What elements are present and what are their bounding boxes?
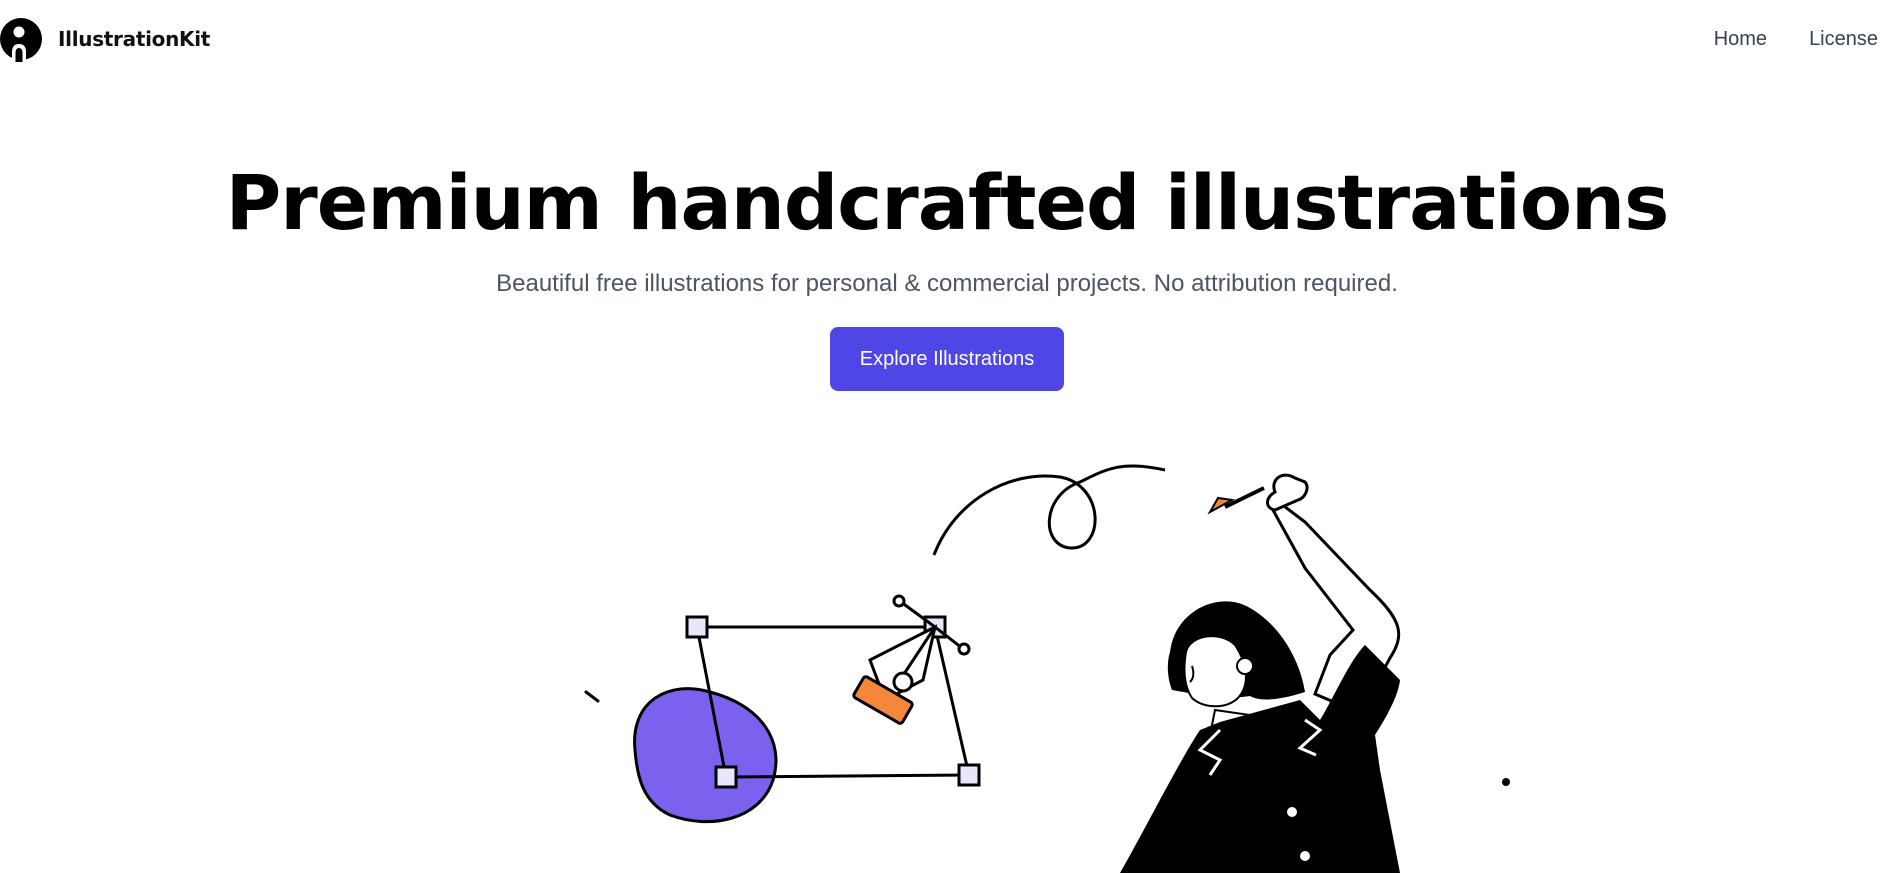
brand-logo-icon [0, 18, 42, 62]
nav-home-link[interactable]: Home [1714, 28, 1767, 51]
handle-point [957, 642, 971, 656]
woman-figure [1120, 473, 1401, 873]
dash-mark [584, 690, 600, 703]
brand-link[interactable]: IllustrationKit [0, 16, 210, 62]
hero-subtitle: Beautiful free illustrations for persona… [496, 270, 1398, 297]
anchor-point [685, 615, 709, 639]
nav-license-link[interactable]: License [1809, 28, 1878, 51]
anchor-point [957, 763, 981, 787]
pen-tool-icon [852, 624, 938, 725]
main-nav: Home License [1672, 28, 1878, 51]
handle-point [892, 594, 906, 608]
loop-curve [932, 464, 1166, 556]
site-header: IllustrationKit Home License [0, 0, 1894, 80]
hero-illustration [584, 464, 1510, 873]
brand-name: IllustrationKit [58, 27, 211, 51]
purple-blob [633, 687, 778, 823]
dot-mark [1502, 778, 1510, 786]
explore-illustrations-button[interactable]: Explore Illustrations [830, 327, 1064, 391]
hero-title: Premium handcrafted illustrations [225, 158, 1670, 247]
anchor-point [714, 765, 738, 789]
